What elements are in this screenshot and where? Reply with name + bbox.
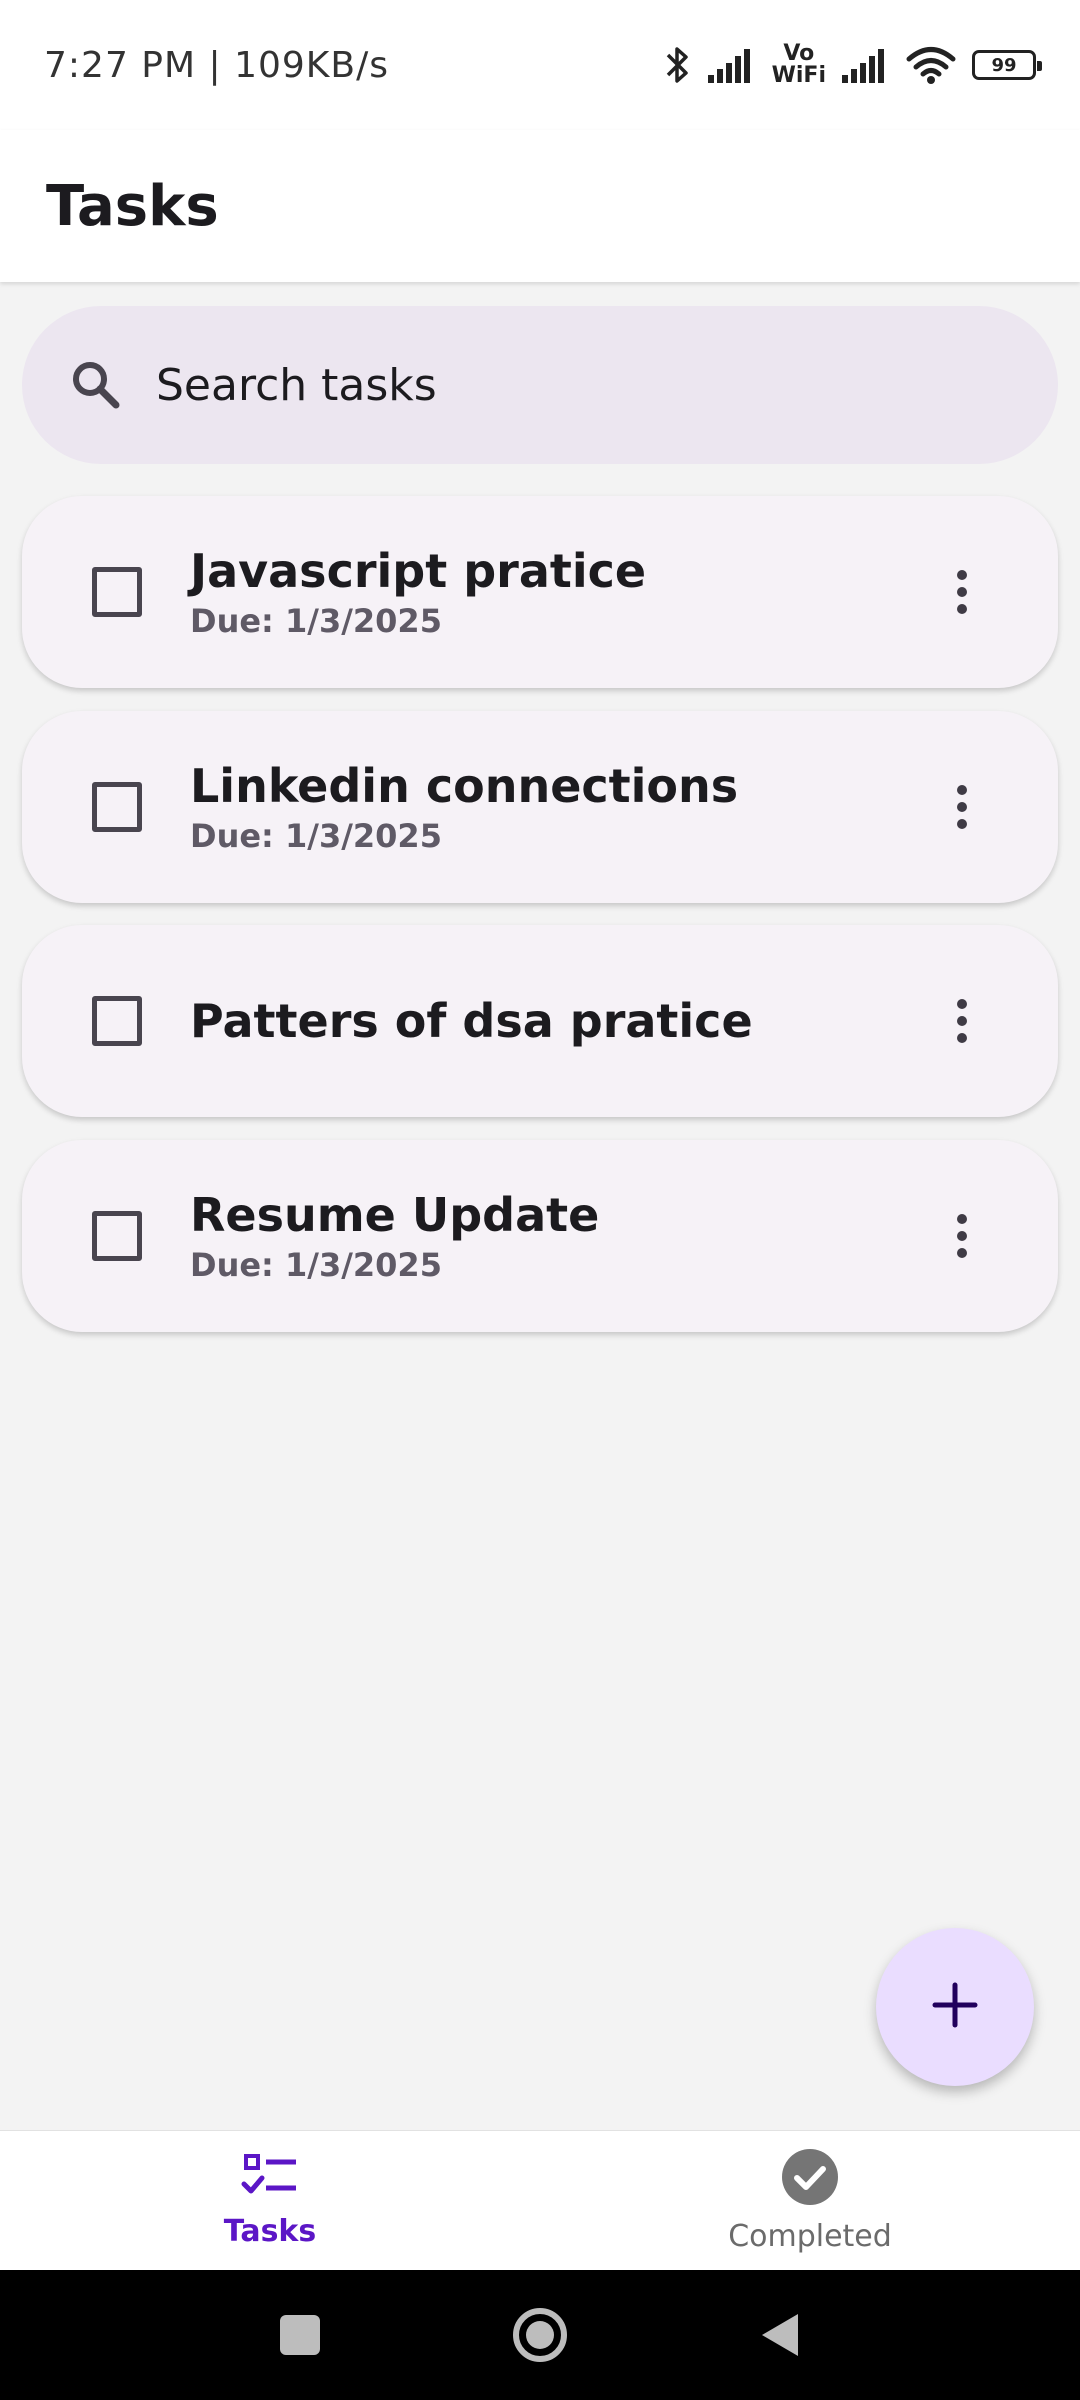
nav-item-completed[interactable]: Completed (540, 2131, 1080, 2270)
task-due-date: Due: 1/3/2025 (190, 602, 442, 640)
back-button[interactable] (740, 2295, 820, 2375)
status-time: 7:27 PM | 109KB/s (44, 44, 389, 86)
vowifi-bottom: WiFi (771, 63, 826, 88)
task-checkbox[interactable] (92, 996, 142, 1046)
vowifi-top: Vo (783, 41, 815, 66)
page-title: Tasks (46, 173, 219, 239)
task-checkbox[interactable] (92, 567, 142, 617)
signal-icon (707, 47, 756, 83)
task-title: Resume Update (190, 1188, 600, 1242)
task-checkbox[interactable] (92, 1211, 142, 1261)
home-button[interactable] (500, 2295, 580, 2375)
add-task-button[interactable] (876, 1928, 1034, 2086)
task-text: Javascript pratice Due: 1/3/2025 (190, 544, 922, 640)
search-icon (66, 355, 126, 415)
bluetooth-icon (664, 45, 692, 85)
more-vert-icon[interactable] (922, 1196, 1002, 1276)
task-title: Linkedin connections (190, 759, 739, 813)
task-item[interactable]: Patters of dsa pratice (22, 925, 1058, 1117)
signal-icon-2 (842, 47, 890, 83)
task-text: Patters of dsa pratice (190, 994, 922, 1048)
task-due-date: Due: 1/3/2025 (190, 1246, 442, 1284)
system-nav-bar (0, 2270, 1080, 2400)
status-icons: Vo WiFi 99 (664, 43, 1042, 87)
nav-label-tasks: Tasks (223, 2214, 317, 2249)
bottom-nav: Tasks Completed (0, 2130, 1080, 2270)
vowifi-icon: Vo WiFi (772, 43, 826, 87)
search-bar[interactable]: Search tasks (22, 306, 1058, 464)
task-title: Patters of dsa pratice (190, 994, 753, 1048)
task-text: Linkedin connections Due: 1/3/2025 (190, 759, 922, 855)
more-vert-icon[interactable] (922, 981, 1002, 1061)
search-input[interactable]: Search tasks (156, 360, 437, 411)
plus-icon (930, 1980, 980, 2034)
battery-icon: 99 (972, 50, 1042, 80)
status-bar: 7:27 PM | 109KB/s Vo WiFi 99 (0, 0, 1080, 130)
recents-button[interactable] (260, 2295, 340, 2375)
wifi-icon (906, 46, 956, 84)
task-checkbox[interactable] (92, 782, 142, 832)
task-list-icon (240, 2152, 300, 2206)
check-circle-icon (780, 2147, 840, 2211)
task-item[interactable]: Linkedin connections Due: 1/3/2025 (22, 711, 1058, 903)
more-vert-icon[interactable] (922, 552, 1002, 632)
nav-item-tasks[interactable]: Tasks (0, 2131, 540, 2270)
task-title: Javascript pratice (190, 544, 647, 598)
task-due-date: Due: 1/3/2025 (190, 817, 442, 855)
nav-label-completed: Completed (728, 2219, 892, 2254)
task-item[interactable]: Resume Update Due: 1/3/2025 (22, 1140, 1058, 1332)
more-vert-icon[interactable] (922, 767, 1002, 847)
app-bar: Tasks (0, 130, 1080, 282)
task-item[interactable]: Javascript pratice Due: 1/3/2025 (22, 496, 1058, 688)
task-text: Resume Update Due: 1/3/2025 (190, 1188, 922, 1284)
